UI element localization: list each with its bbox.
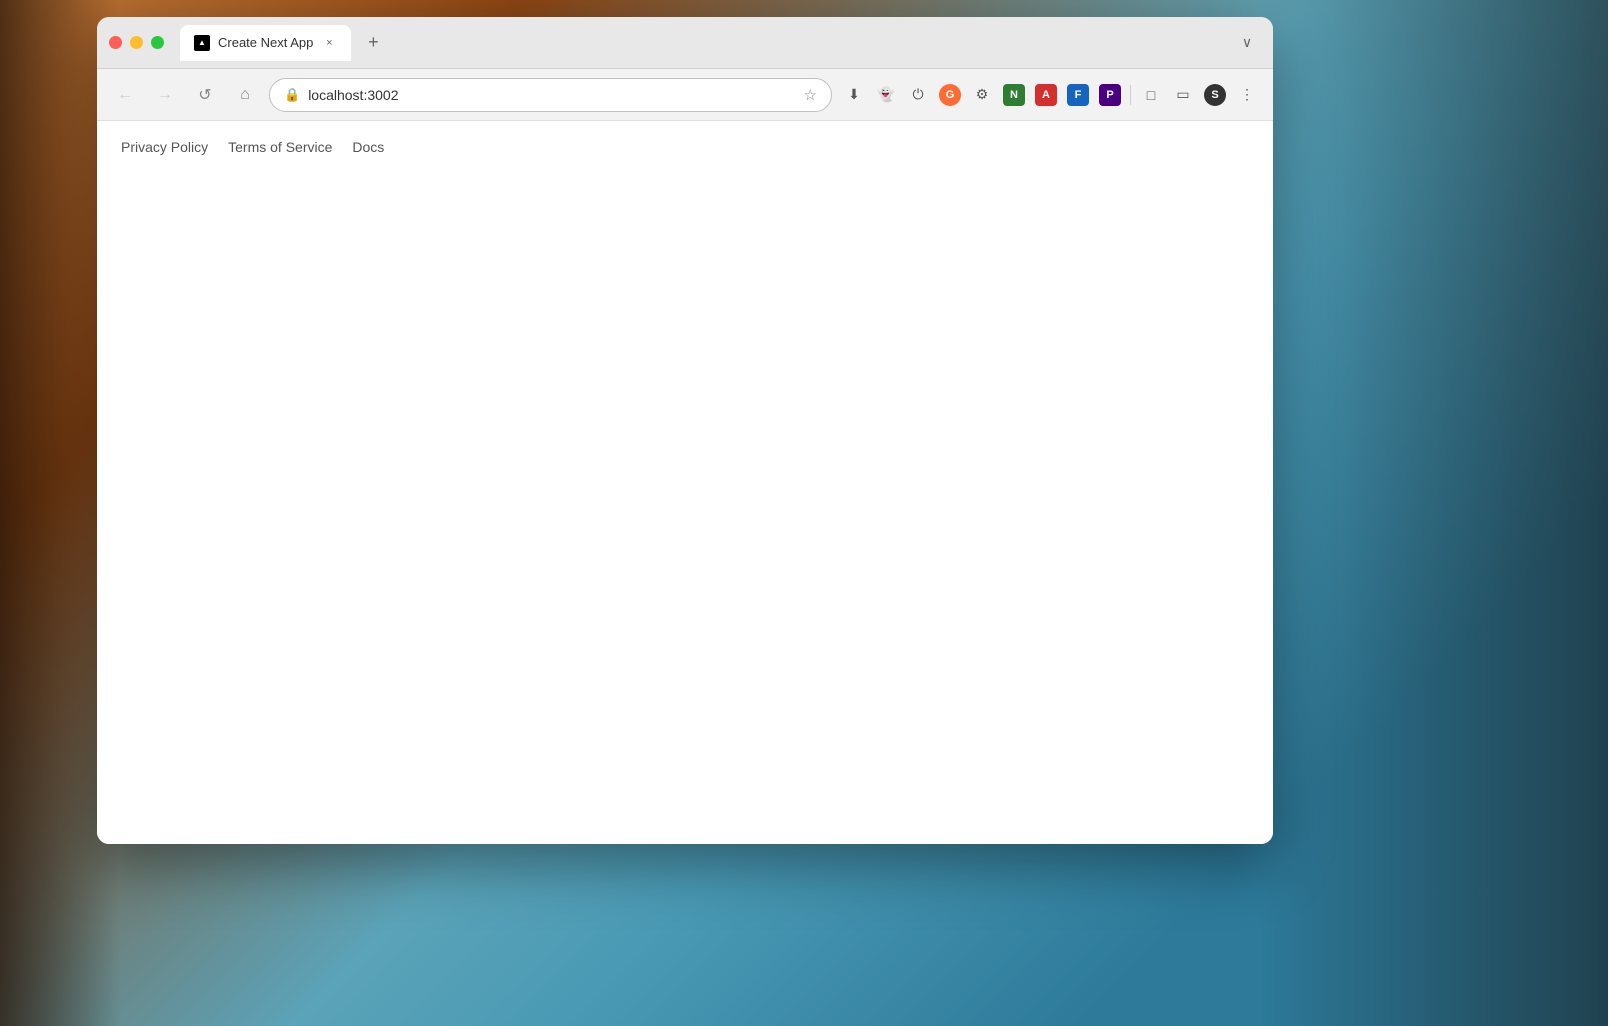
- power-icon: ⏻: [912, 86, 923, 103]
- tab-favicon: [194, 35, 210, 51]
- toolbar-icons: ⬇ 👻 ⏻ G ⚙ N A: [840, 81, 1261, 109]
- puzzle-extension-icon[interactable]: A: [1032, 81, 1060, 109]
- toolbar-divider: [1130, 85, 1131, 105]
- tab-close-button[interactable]: ×: [321, 35, 337, 51]
- title-bar-right: ∨: [1233, 29, 1261, 57]
- phantom-extension-icon[interactable]: P: [1096, 81, 1124, 109]
- gear-icon: ⚙: [976, 86, 989, 103]
- browser-window: Create Next App × + ∨ ← → ↺ ⌂: [97, 17, 1273, 844]
- back-button[interactable]: ←: [109, 79, 141, 111]
- navigation-bar: ← → ↺ ⌂ 🔒 ☆ ⬇ 👻 ⏻: [97, 69, 1273, 121]
- more-options-button[interactable]: ⋮: [1233, 81, 1261, 109]
- page-navigation: Privacy Policy Terms of Service Docs: [97, 121, 1273, 173]
- window-controls: [109, 36, 164, 49]
- folder-icon[interactable]: □: [1137, 81, 1165, 109]
- new-tab-button[interactable]: +: [359, 29, 387, 57]
- home-icon: ⌂: [240, 86, 250, 104]
- close-button[interactable]: [109, 36, 122, 49]
- forward-button[interactable]: →: [149, 79, 181, 111]
- download-icon[interactable]: ⬇: [840, 81, 868, 109]
- power-extension-icon[interactable]: ⏻: [904, 81, 932, 109]
- bookmark-icon[interactable]: ☆: [804, 86, 817, 104]
- docs-link[interactable]: Docs: [352, 139, 384, 155]
- back-icon: ←: [117, 86, 133, 104]
- maximize-button[interactable]: [151, 36, 164, 49]
- flag-extension-icon[interactable]: F: [1064, 81, 1092, 109]
- web-content-area: Privacy Policy Terms of Service Docs: [97, 121, 1273, 844]
- active-tab[interactable]: Create Next App ×: [180, 25, 351, 61]
- address-input[interactable]: [308, 87, 795, 103]
- forward-icon: →: [157, 86, 173, 104]
- reload-button[interactable]: ↺: [189, 79, 221, 111]
- gear-extension-icon[interactable]: ⚙: [968, 81, 996, 109]
- home-button[interactable]: ⌂: [229, 79, 261, 111]
- book-extension-icon[interactable]: N: [1000, 81, 1028, 109]
- expand-button[interactable]: ∨: [1233, 29, 1261, 57]
- privacy-policy-link[interactable]: Privacy Policy: [121, 139, 208, 155]
- security-icon: 🔒: [284, 87, 300, 103]
- reload-icon: ↺: [198, 85, 211, 105]
- terms-of-service-link[interactable]: Terms of Service: [228, 139, 332, 155]
- minimize-button[interactable]: [130, 36, 143, 49]
- shield-extension-icon[interactable]: S: [1201, 81, 1229, 109]
- address-bar-container: 🔒 ☆: [269, 78, 832, 112]
- cyber-extension-icon[interactable]: G: [936, 81, 964, 109]
- monitor-icon[interactable]: ▭: [1169, 81, 1197, 109]
- title-bar: Create Next App × + ∨: [97, 17, 1273, 69]
- tab-title: Create Next App: [218, 35, 313, 50]
- ghost-extension-icon[interactable]: 👻: [872, 81, 900, 109]
- ghost-icon: 👻: [877, 86, 894, 103]
- tabs-area: Create Next App × +: [180, 25, 1233, 61]
